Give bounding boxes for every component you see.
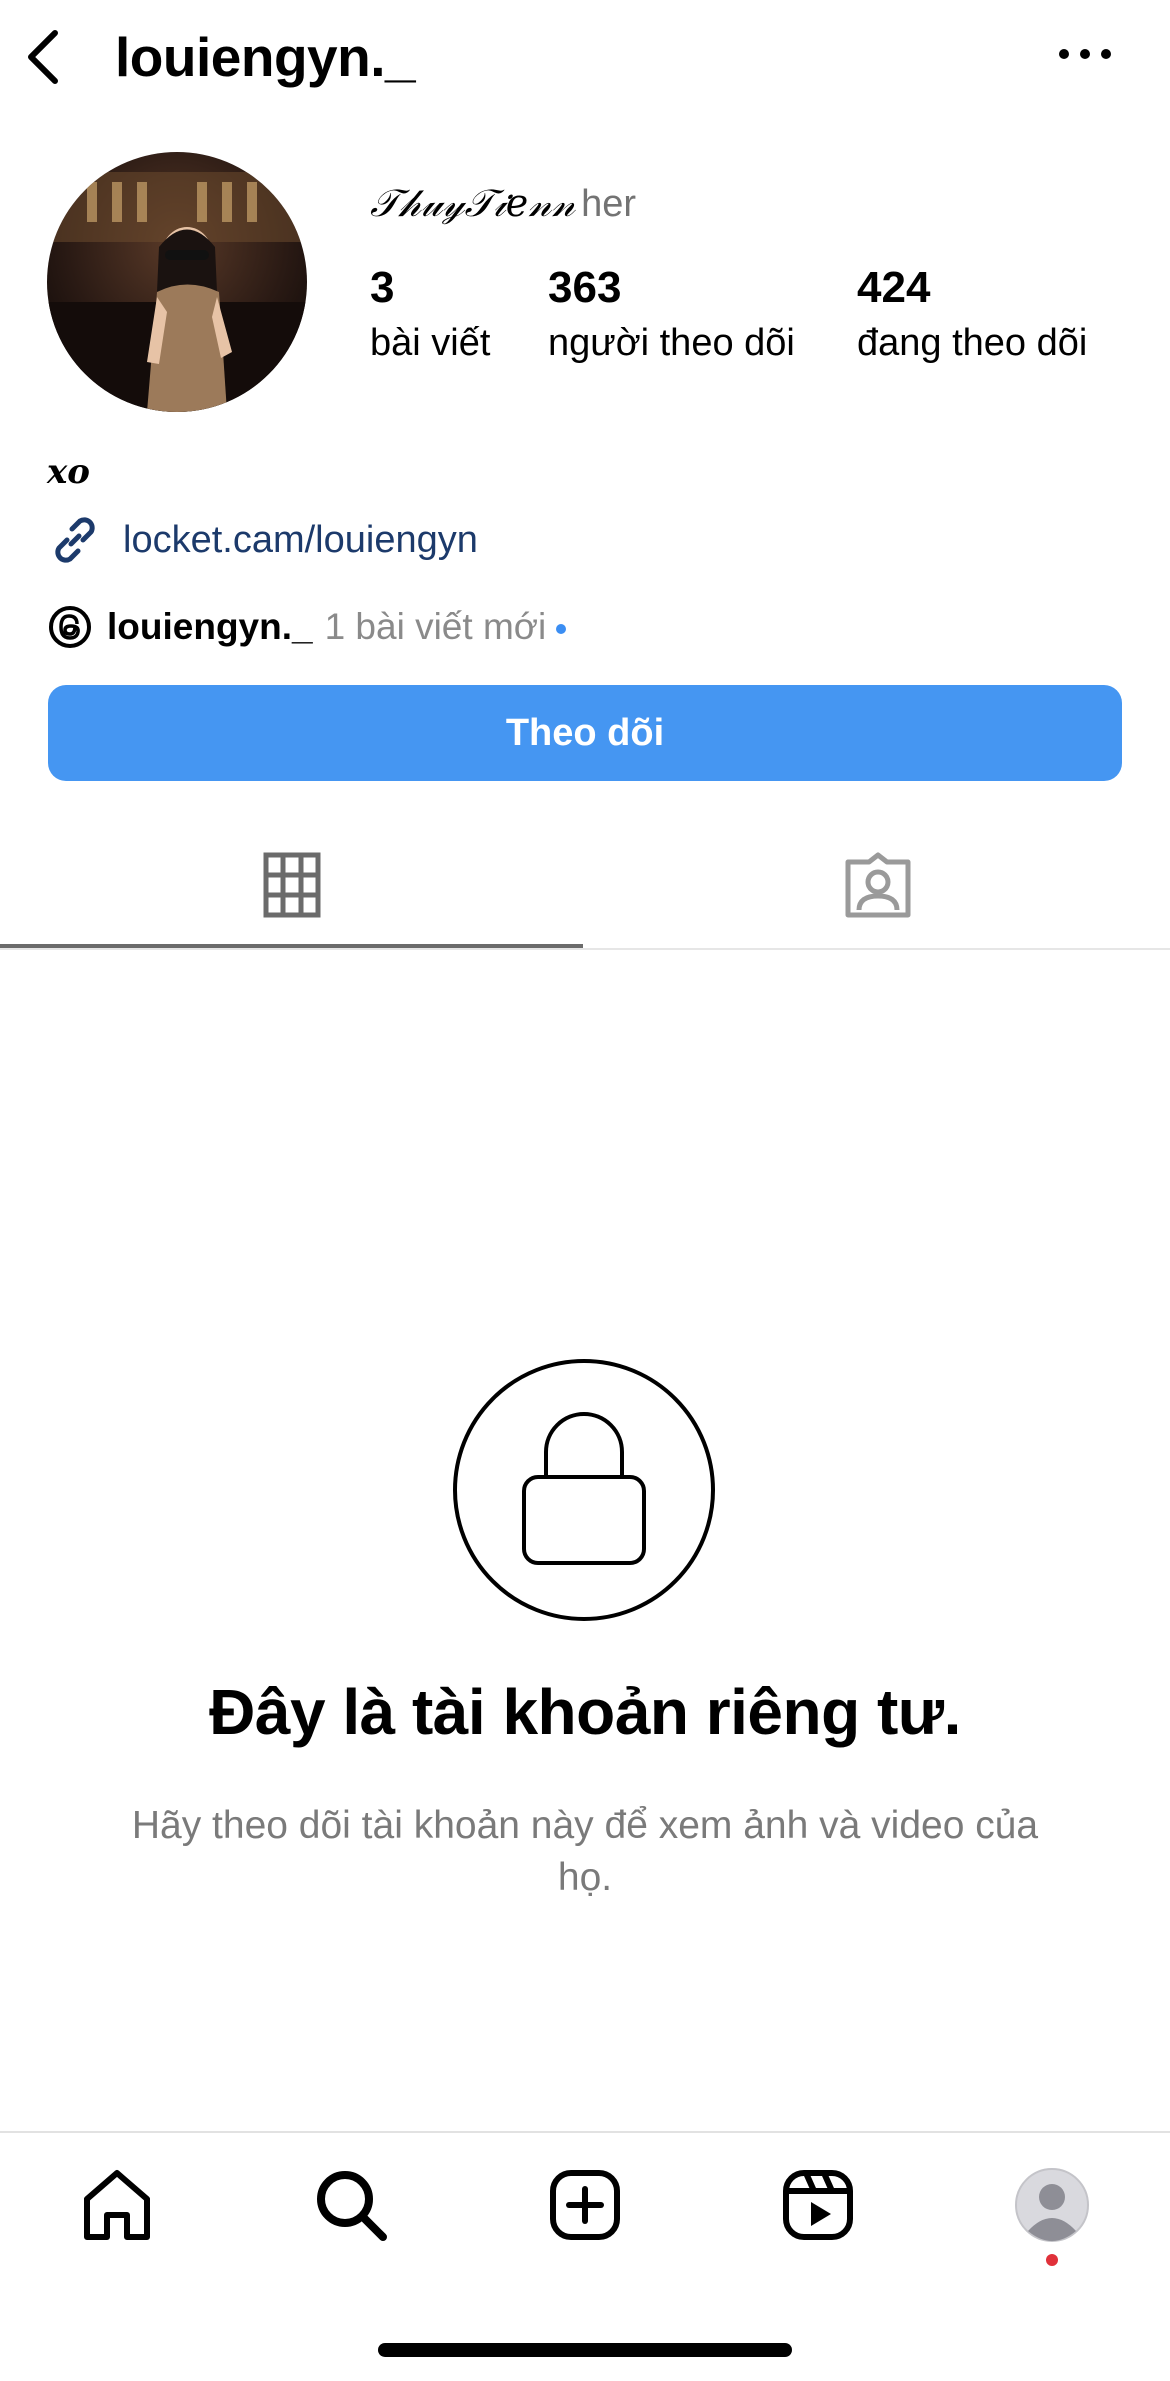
avatar-photo bbox=[47, 152, 307, 412]
page-title: louiengyn._ bbox=[115, 26, 416, 88]
tab-posts-grid[interactable] bbox=[0, 820, 583, 950]
threads-badge[interactable]: louiengyn._ 1 bài viết mới bbox=[47, 597, 567, 657]
bio-link[interactable]: locket.cam/louiengyn bbox=[47, 510, 478, 570]
link-icon bbox=[55, 517, 95, 563]
stat-following[interactable]: 424 đang theo dõi bbox=[857, 258, 1087, 368]
more-options-button[interactable] bbox=[1050, 34, 1120, 74]
lock-icon bbox=[451, 1357, 717, 1623]
chevron-left-icon bbox=[28, 30, 58, 84]
create-plus-icon bbox=[550, 2170, 620, 2240]
threads-new-posts: 1 bài viết mới bbox=[324, 606, 547, 647]
stat-followers-label: người theo dõi bbox=[548, 322, 795, 364]
stat-following-label: đang theo dõi bbox=[857, 322, 1088, 364]
stat-followers[interactable]: 363 người theo dõi bbox=[548, 258, 795, 368]
stat-following-value: 424 bbox=[857, 263, 931, 312]
stat-posts[interactable]: 3 bài viết bbox=[370, 258, 490, 368]
threads-icon bbox=[49, 606, 91, 648]
nav-search[interactable] bbox=[306, 2160, 396, 2250]
profile-avatar-icon bbox=[1015, 2168, 1089, 2242]
follow-button[interactable]: Theo dõi bbox=[48, 685, 1122, 781]
more-horizontal-icon bbox=[1059, 49, 1111, 59]
nav-create[interactable] bbox=[540, 2160, 630, 2250]
bio-text: 𝒙𝒐 bbox=[47, 452, 90, 492]
display-name: 𝒯𝒽𝓊𝓎𝒯𝒾𝑒𝓃𝓃 her bbox=[370, 178, 636, 229]
reels-icon bbox=[783, 2170, 853, 2240]
threads-username: louiengyn._ bbox=[107, 606, 313, 647]
home-icon bbox=[84, 2170, 150, 2240]
nav-profile[interactable] bbox=[1007, 2160, 1097, 2250]
bio-link-text: locket.cam/louiengyn bbox=[123, 518, 478, 561]
bottom-nav-divider bbox=[0, 2131, 1170, 2133]
nav-home[interactable] bbox=[72, 2160, 162, 2250]
tab-tagged[interactable] bbox=[585, 820, 1170, 950]
private-account-subtitle: Hãy theo dõi tài khoản này để xem ảnh và… bbox=[131, 1804, 1039, 1899]
profile-avatar[interactable] bbox=[47, 152, 307, 412]
private-account-title: Đây là tài khoản riêng tư. bbox=[209, 1676, 961, 1748]
display-name-text: 𝒯𝒽𝓊𝓎𝒯𝒾𝑒𝓃𝓃 bbox=[370, 181, 576, 225]
stat-followers-value: 363 bbox=[548, 263, 622, 312]
tabs-divider bbox=[0, 948, 1170, 950]
stat-posts-value: 3 bbox=[370, 263, 395, 312]
tagged-user-icon bbox=[845, 852, 910, 918]
grid-icon bbox=[263, 852, 320, 918]
notification-dot bbox=[1046, 2254, 1058, 2266]
threads-new-dot bbox=[556, 624, 567, 634]
stat-posts-label: bài viết bbox=[370, 322, 491, 364]
search-icon bbox=[317, 2171, 387, 2241]
back-button[interactable] bbox=[18, 22, 68, 92]
home-indicator[interactable] bbox=[378, 2343, 792, 2357]
pronoun-text: her bbox=[581, 183, 637, 225]
nav-reels[interactable] bbox=[773, 2160, 863, 2250]
